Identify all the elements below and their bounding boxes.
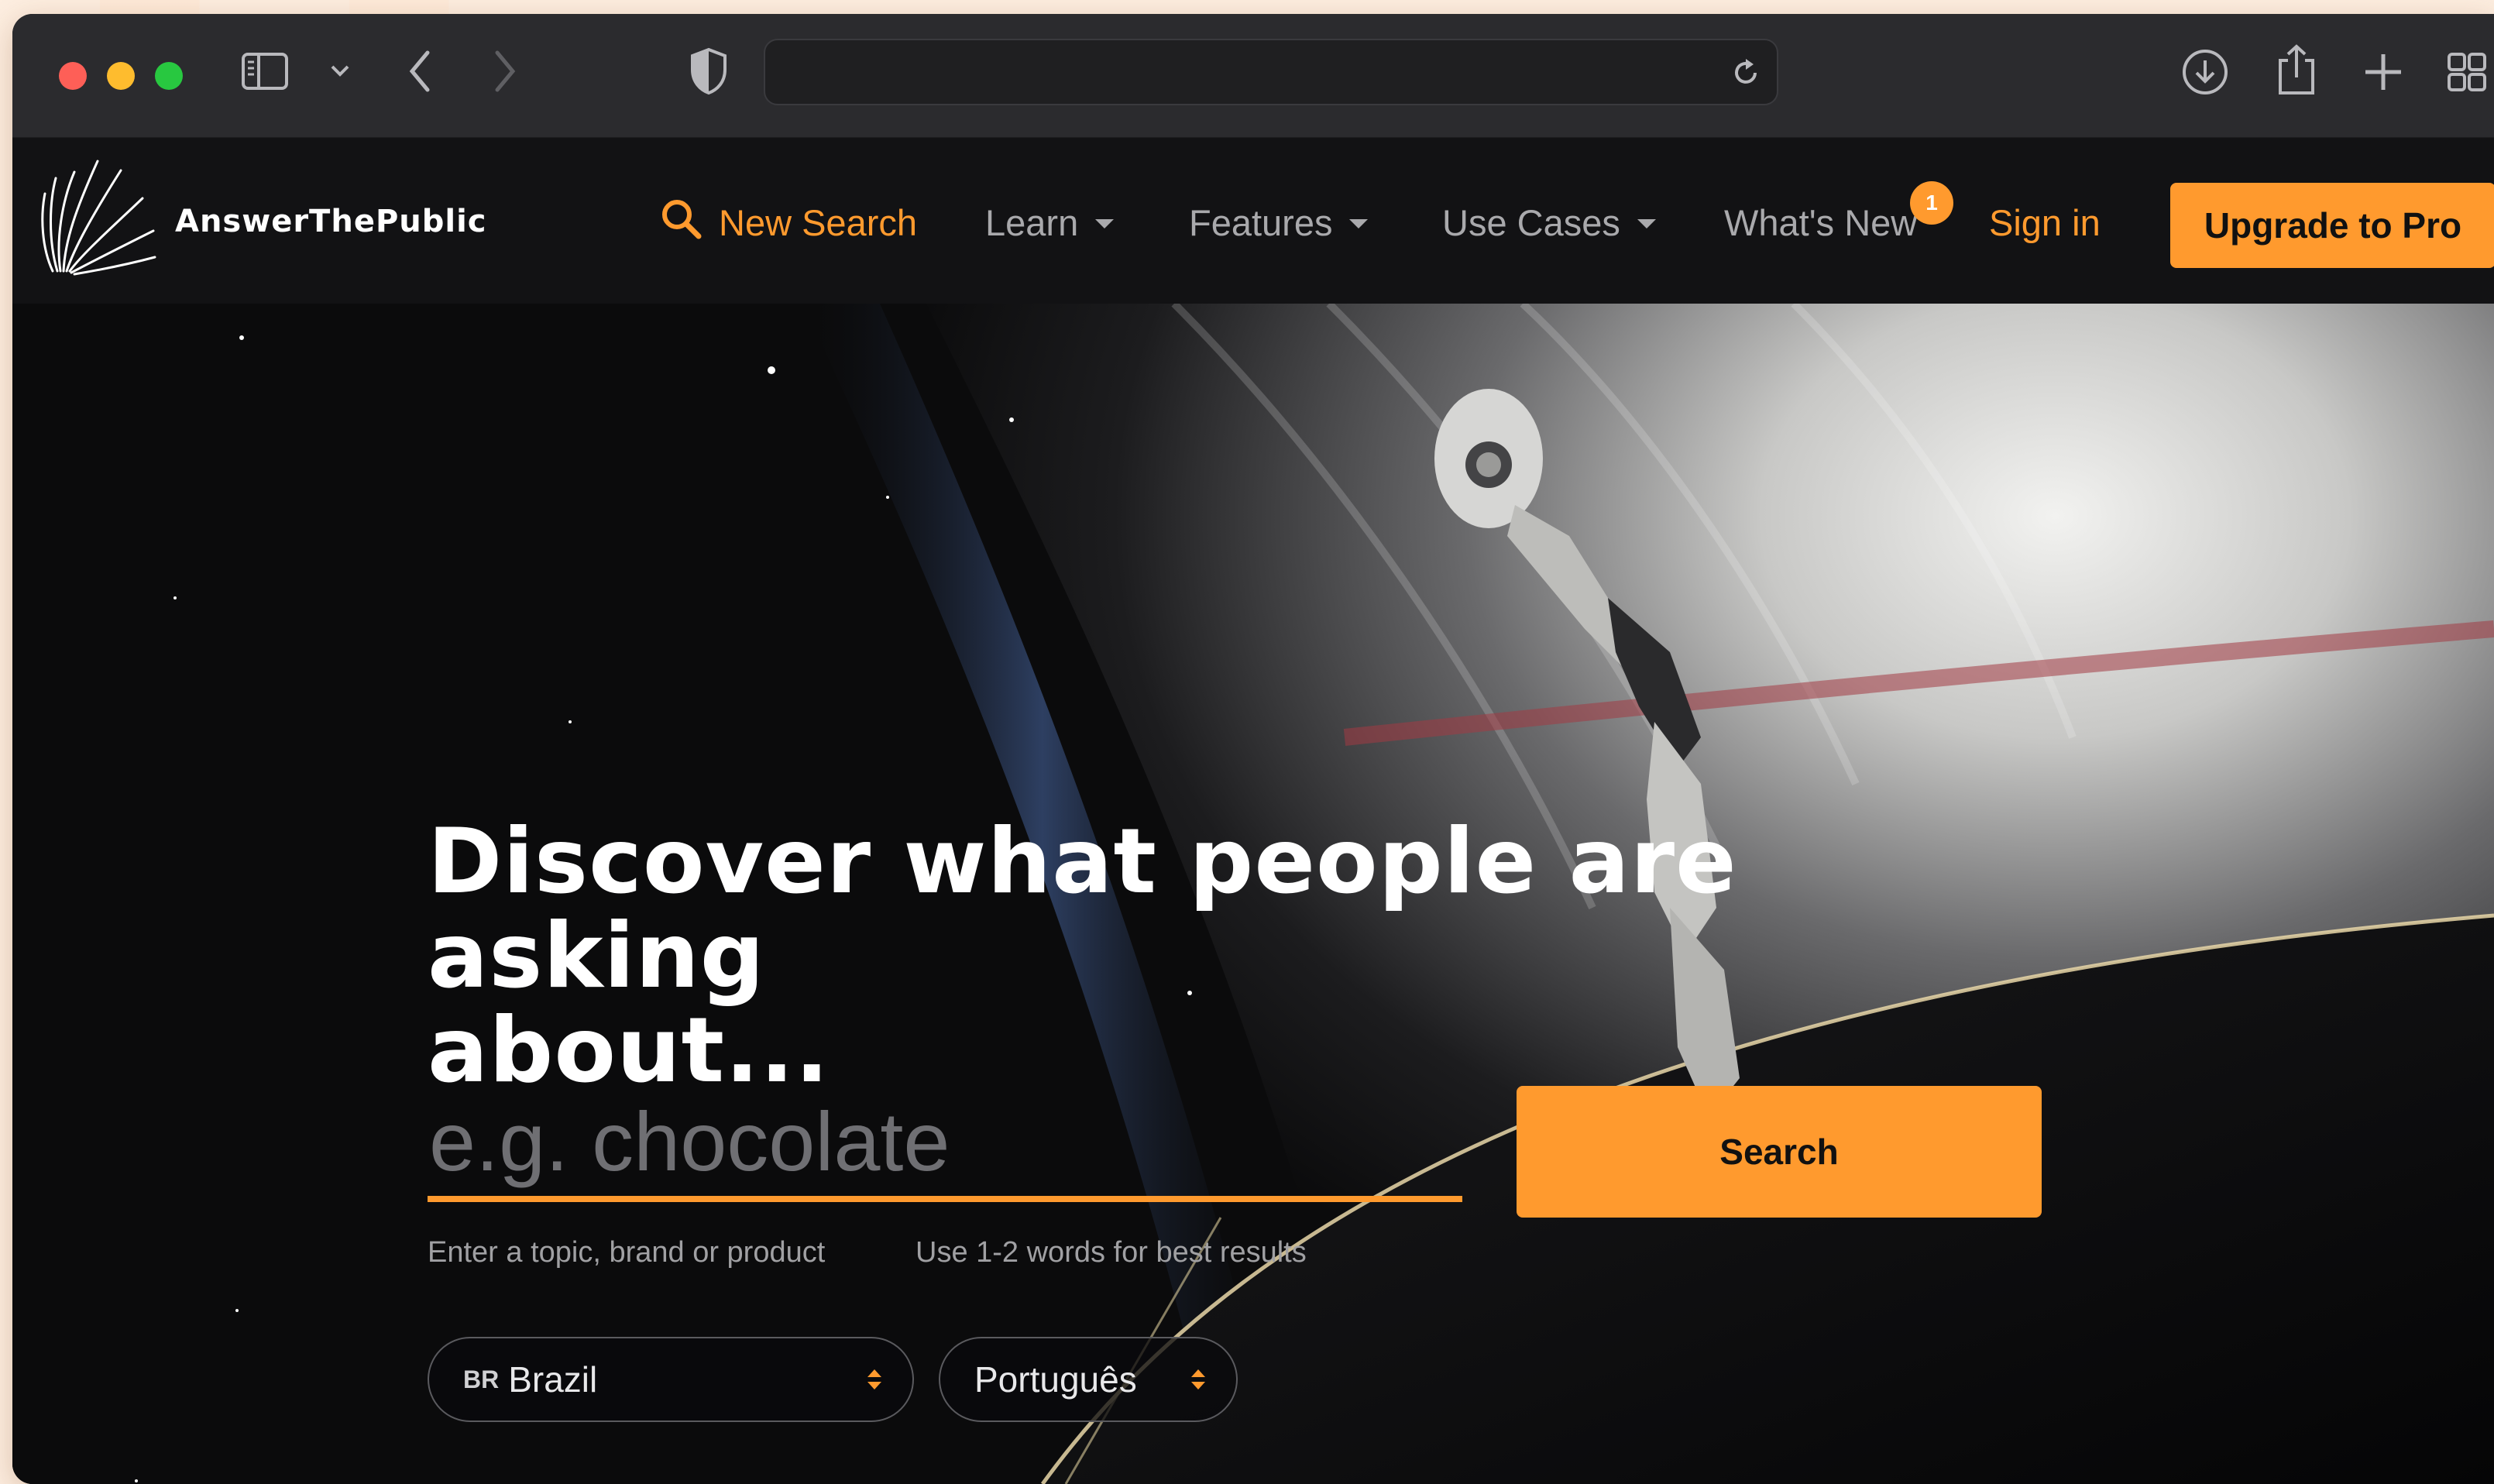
nav-whats-new-label: What's New <box>1724 201 1918 243</box>
nav-use-cases[interactable]: Use Cases <box>1442 195 1656 249</box>
country-value: Brazil <box>508 1359 598 1400</box>
address-bar[interactable] <box>764 39 1778 105</box>
caret-down-icon <box>1637 219 1656 228</box>
search-button[interactable]: Search <box>1517 1086 2042 1218</box>
nav-new-search-label: New Search <box>719 201 917 243</box>
nav-whats-new[interactable]: What's New <box>1724 195 1917 249</box>
nav-learn-label: Learn <box>985 201 1079 243</box>
country-select[interactable]: BR Brazil <box>428 1337 914 1422</box>
close-window-button[interactable] <box>59 62 87 90</box>
topic-hint: Enter a topic, brand or product <box>428 1236 826 1269</box>
brand-name: AnswerThePublic <box>175 204 487 239</box>
headline-line-1: Discover what people are asking <box>428 809 1737 1008</box>
reload-icon[interactable] <box>1729 56 1763 94</box>
new-tab-icon[interactable] <box>2362 51 2404 93</box>
upgrade-button[interactable]: Upgrade to Pro <box>2170 183 2494 268</box>
topic-search-field <box>428 1086 1462 1202</box>
download-icon[interactable] <box>2181 48 2229 96</box>
sign-in-link[interactable]: Sign in <box>1989 195 2101 249</box>
word-count-hint: Use 1-2 words for best results <box>915 1236 1307 1269</box>
topic-search-input[interactable] <box>428 1086 1462 1196</box>
nav-features-label: Features <box>1189 201 1333 243</box>
language-value: Português <box>974 1359 1137 1400</box>
site-navbar: AnswerThePublic New Search Learn Feature… <box>12 138 2494 304</box>
select-arrows-icon <box>867 1369 881 1390</box>
caret-down-icon <box>1095 219 1115 228</box>
whats-new-badge: 1 <box>1910 181 1953 225</box>
forward-icon[interactable] <box>491 48 519 94</box>
logo-mark-icon <box>41 160 156 276</box>
nav-use-cases-label: Use Cases <box>1442 201 1620 243</box>
sidebar-icon[interactable] <box>242 51 288 91</box>
hero-section: Discover what people are asking about...… <box>12 304 2494 1484</box>
select-arrows-icon <box>1191 1369 1205 1390</box>
chevron-down-icon[interactable] <box>330 64 350 77</box>
shield-icon[interactable] <box>689 46 728 96</box>
brand-logo[interactable]: AnswerThePublic <box>40 155 487 279</box>
country-code: BR <box>463 1365 500 1393</box>
nav-features[interactable]: Features <box>1189 195 1369 249</box>
share-icon[interactable] <box>2276 43 2317 98</box>
back-icon[interactable] <box>406 48 434 94</box>
language-select[interactable]: Português <box>939 1337 1238 1422</box>
minimize-window-button[interactable] <box>107 62 135 90</box>
maximize-window-button[interactable] <box>155 62 183 90</box>
browser-window: AnswerThePublic New Search Learn Feature… <box>12 14 2494 1484</box>
nav-new-search[interactable]: New Search <box>660 195 917 249</box>
search-icon <box>660 198 702 248</box>
address-input[interactable] <box>765 40 1777 104</box>
nav-learn[interactable]: Learn <box>985 195 1115 249</box>
hero-headline: Discover what people are asking about... <box>428 815 2054 1098</box>
caret-down-icon <box>1349 219 1369 228</box>
tab-overview-icon[interactable] <box>2446 51 2488 93</box>
browser-toolbar <box>12 14 2494 138</box>
window-controls <box>59 62 183 90</box>
